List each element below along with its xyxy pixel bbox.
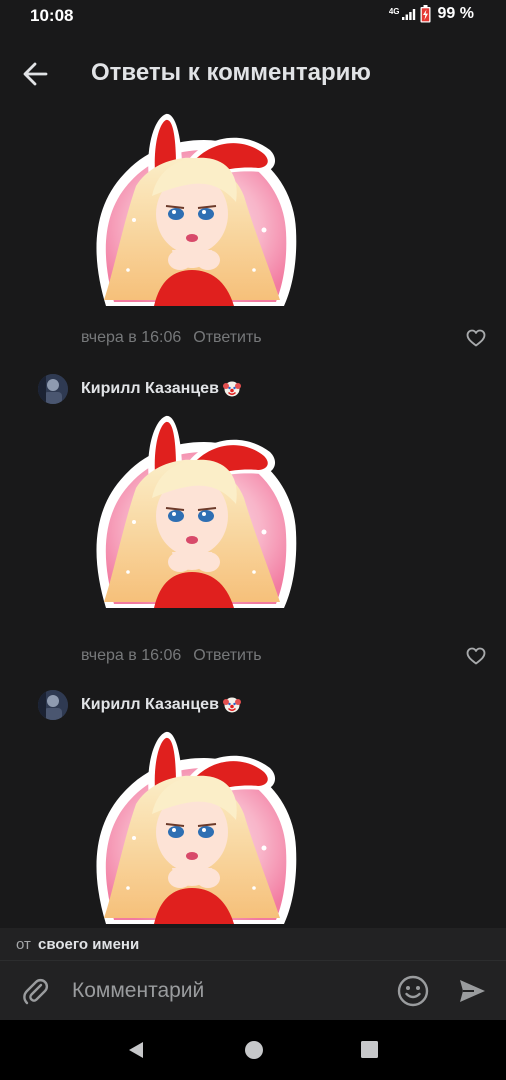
back-button[interactable]	[20, 58, 52, 90]
comment-meta: вчера в 16:06 Ответить	[81, 647, 262, 665]
comment-author: Кирилл Казанцев	[38, 690, 241, 720]
send-button[interactable]	[456, 975, 488, 1007]
comment-date: вчера в 16:06	[81, 329, 182, 346]
comment-date: вчера в 16:06	[81, 647, 182, 664]
sender-name[interactable]: своего имени	[38, 936, 139, 953]
heart-icon[interactable]	[466, 647, 486, 665]
battery-charging-icon	[420, 5, 431, 23]
heart-icon[interactable]	[466, 329, 486, 347]
attach-button[interactable]	[20, 975, 52, 1007]
nav-recents-icon[interactable]	[360, 1040, 379, 1059]
avatar[interactable]	[38, 690, 68, 720]
sticker-image[interactable]	[84, 110, 302, 306]
battery-percentage: 99 %	[437, 5, 474, 22]
comment-composer	[0, 960, 506, 1020]
paperclip-icon	[23, 978, 49, 1005]
arrow-left-icon	[23, 62, 48, 86]
author-name[interactable]: Кирилл Казанцев	[81, 696, 219, 714]
send-icon	[460, 980, 485, 1002]
reply-button[interactable]: Ответить	[193, 329, 261, 346]
comment-meta: вчера в 16:06 Ответить	[81, 329, 262, 347]
status-bar: 10:08 4G 99 %	[0, 0, 506, 34]
author-name[interactable]: Кирилл Казанцев	[81, 380, 219, 398]
clown-face-icon	[223, 380, 241, 398]
nav-home-icon[interactable]	[244, 1040, 264, 1060]
sender-selector[interactable]: от своего имени	[0, 928, 506, 960]
page-title: Ответы к комментарию	[91, 59, 371, 86]
avatar[interactable]	[38, 374, 68, 404]
comment-author: Кирилл Казанцев	[38, 374, 241, 404]
sender-prefix: от	[16, 936, 31, 953]
replies-feed[interactable]: вчера в 16:06 Ответить Кирилл Казанцев вч…	[0, 110, 506, 928]
sticker-image[interactable]	[84, 412, 302, 608]
app-header: Ответы к комментарию	[0, 34, 506, 110]
emoji-button[interactable]	[396, 974, 430, 1008]
smile-icon	[397, 975, 429, 1007]
signal-icon	[401, 9, 415, 20]
status-indicators: 4G 99 %	[389, 5, 474, 23]
comment-input[interactable]	[72, 973, 372, 1009]
nav-back-icon[interactable]	[126, 1040, 146, 1060]
reply-button[interactable]: Ответить	[193, 647, 261, 664]
status-time: 10:08	[30, 6, 74, 25]
system-nav-bar	[0, 1020, 506, 1080]
network-type-label: 4G	[388, 6, 400, 16]
sticker-image[interactable]	[84, 728, 302, 924]
clown-face-icon	[223, 696, 241, 714]
